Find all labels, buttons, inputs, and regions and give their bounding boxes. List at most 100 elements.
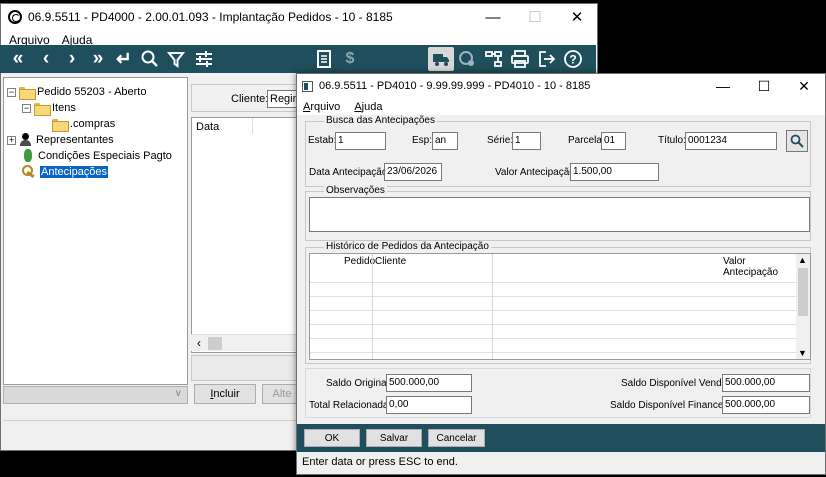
collapse-icon[interactable]: − bbox=[22, 103, 31, 113]
column-divider bbox=[492, 254, 493, 359]
table-row[interactable] bbox=[310, 326, 798, 339]
settings-sliders-icon[interactable] bbox=[192, 45, 216, 73]
expand-icon[interactable]: + bbox=[7, 135, 16, 145]
last-record-icon[interactable]: » bbox=[86, 45, 110, 73]
scroll-thumb[interactable] bbox=[798, 268, 808, 316]
dialog-minimize-button[interactable]: — bbox=[703, 74, 743, 98]
search-button[interactable] bbox=[786, 130, 808, 152]
ok-button[interactable]: OK bbox=[304, 429, 360, 447]
previous-record-icon[interactable]: ‹ bbox=[34, 45, 58, 73]
observacoes-textarea[interactable] bbox=[309, 197, 810, 232]
tree-item-label: Representantes bbox=[36, 134, 114, 146]
horizontal-scrollbar[interactable]: ‹ bbox=[191, 334, 301, 351]
person-icon bbox=[19, 133, 33, 147]
dialog-maximize-button[interactable]: ☐ bbox=[744, 74, 784, 98]
cancelar-button[interactable]: Cancelar bbox=[428, 429, 485, 447]
tree-item-label: .compras bbox=[70, 118, 116, 130]
valor-antecipacao-label: Valor Antecipação: bbox=[495, 167, 578, 178]
saldo-financeiro-field[interactable]: 500.000,00 bbox=[722, 396, 810, 414]
column-divider bbox=[372, 254, 373, 359]
titulo-label: Título: bbox=[658, 135, 686, 146]
folder-icon bbox=[34, 102, 51, 116]
currency-icon: $ bbox=[345, 50, 355, 67]
tree-item-itens[interactable]: − Itens bbox=[22, 100, 76, 116]
total-relacionada-field[interactable]: 0,00 bbox=[386, 396, 472, 414]
data-antecipacao-field[interactable]: 23/06/2026 bbox=[384, 163, 442, 181]
incluir-button[interactable]: Incluir bbox=[194, 384, 256, 404]
tree-item-compras[interactable]: .compras bbox=[52, 116, 115, 132]
salvar-button[interactable]: Salvar bbox=[366, 429, 422, 447]
tree-item-label: Condições Especiais Pagto bbox=[38, 150, 172, 162]
dialog-title: 06.9.5511 - PD4010 - 9.99.99.999 - PD401… bbox=[319, 80, 591, 92]
main-grid: Data bbox=[191, 117, 301, 353]
tree-footer: ∨ bbox=[3, 386, 188, 404]
window-icon bbox=[302, 80, 313, 92]
first-record-icon[interactable]: « bbox=[6, 45, 30, 73]
dialog-menu-arquivo[interactable]: Arquivo bbox=[303, 101, 340, 113]
next-record-icon[interactable]: › bbox=[60, 45, 84, 73]
collapse-icon[interactable]: − bbox=[7, 87, 16, 97]
folder-open-icon bbox=[19, 86, 36, 100]
main-window-title: 06.9.5511 - PD4000 - 2.00.01.093 - Impla… bbox=[28, 10, 393, 24]
scroll-thumb[interactable] bbox=[208, 337, 222, 350]
vertical-scrollbar[interactable]: ▲ ▼ bbox=[796, 254, 810, 359]
serie-field[interactable]: 1 bbox=[512, 132, 541, 150]
saldo-original-field[interactable]: 500.000,00 bbox=[386, 374, 472, 392]
estab-field[interactable]: 1 bbox=[335, 132, 386, 150]
magnifier-icon bbox=[790, 134, 804, 148]
column-pedido[interactable]: Pedido bbox=[344, 256, 375, 267]
approval-icon[interactable] bbox=[455, 45, 479, 73]
column-cliente[interactable]: Cliente bbox=[375, 256, 406, 267]
scroll-left-icon[interactable]: ‹ bbox=[197, 336, 201, 350]
busca-legend: Busca das Antecipações bbox=[324, 115, 437, 126]
historico-grid: Pedido Cliente Valor Antecipação ▲ ▼ bbox=[309, 253, 811, 360]
titulo-field[interactable]: 0001234 bbox=[685, 132, 777, 150]
grid-column-date[interactable]: Data bbox=[196, 121, 219, 133]
table-row[interactable] bbox=[310, 312, 798, 325]
parcela-label: Parcela: bbox=[568, 135, 605, 146]
tree-item-antecipacoes[interactable]: Antecipações bbox=[22, 164, 109, 180]
incluir-button-label: Incluir bbox=[210, 388, 240, 400]
dialog-titlebar: 06.9.5511 - PD4010 - 9.99.99.999 - PD401… bbox=[297, 74, 825, 98]
document-list-icon[interactable] bbox=[312, 45, 336, 73]
table-row[interactable] bbox=[310, 340, 798, 353]
alterar-button-label: Alte bbox=[272, 388, 292, 400]
table-row[interactable] bbox=[310, 284, 798, 297]
app-logo-icon bbox=[8, 10, 22, 24]
hierarchy-icon[interactable] bbox=[482, 45, 506, 73]
money-bag-icon bbox=[22, 149, 34, 163]
print-icon[interactable] bbox=[508, 45, 532, 73]
serie-label: Série: bbox=[487, 135, 514, 146]
saldo-vendas-field[interactable]: 500.000,00 bbox=[722, 374, 810, 392]
return-icon[interactable]: ↵ bbox=[112, 45, 136, 73]
scroll-down-icon[interactable]: ▼ bbox=[798, 348, 807, 358]
scroll-up-icon[interactable]: ▲ bbox=[798, 255, 807, 265]
dialog-close-button[interactable]: ✕ bbox=[784, 74, 824, 98]
observacoes-legend: Observações bbox=[324, 185, 387, 196]
help-icon[interactable]: ? bbox=[561, 45, 585, 73]
search-icon[interactable] bbox=[138, 45, 162, 73]
antecipacao-dialog: 06.9.5511 - PD4010 - 9.99.99.999 - PD401… bbox=[296, 73, 826, 475]
truck-icon[interactable] bbox=[428, 47, 454, 71]
dialog-menubar: Arquivo Ajuda bbox=[297, 98, 825, 115]
close-button[interactable]: ✕ bbox=[555, 4, 599, 30]
dialog-menu-ajuda[interactable]: Ajuda bbox=[354, 101, 382, 113]
filter-icon[interactable] bbox=[164, 45, 188, 73]
data-antecipacao-label: Data Antecipação: bbox=[309, 167, 391, 178]
saldo-original-label: Saldo Original: bbox=[326, 378, 392, 389]
tree-item-pedido[interactable]: − Pedido 55203 - Aberto bbox=[7, 84, 146, 100]
table-row[interactable] bbox=[310, 298, 798, 311]
folder-icon bbox=[52, 118, 69, 132]
tree-item-condicoes[interactable]: Condições Especiais Pagto bbox=[22, 148, 172, 164]
esp-label: Esp: bbox=[412, 135, 433, 146]
valor-antecipacao-field[interactable]: 1.500,00 bbox=[570, 163, 659, 181]
main-toolbar: « ‹ › » ↵ $ ? bbox=[0, 45, 596, 73]
esp-field[interactable]: an bbox=[432, 132, 458, 150]
tree-item-representantes[interactable]: + Representantes bbox=[7, 132, 114, 148]
chevron-down-icon[interactable]: ∨ bbox=[175, 388, 182, 399]
exit-icon[interactable] bbox=[535, 45, 559, 73]
minimize-button[interactable]: — bbox=[471, 4, 515, 30]
parcela-field[interactable]: 01 bbox=[601, 132, 626, 150]
table-row[interactable] bbox=[310, 270, 798, 283]
maximize-button[interactable]: ☐ bbox=[513, 4, 557, 30]
